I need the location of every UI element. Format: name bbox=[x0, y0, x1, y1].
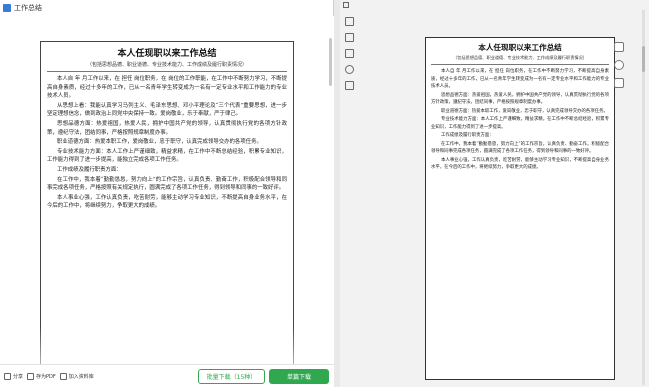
library-icon bbox=[59, 372, 67, 380]
comment-icon[interactable] bbox=[345, 49, 354, 58]
left-toolbar bbox=[340, 10, 360, 387]
paragraph: 本人自 年 月工作以来，在 担任 岗位职务，在 岗位的工作职能，在工作中不断努力… bbox=[47, 76, 287, 100]
divider bbox=[47, 71, 287, 72]
paragraph: 思想品德方面：热爱祖国，热爱人民，拥护中国共产党的领导，认真贯彻执行党的各项方针… bbox=[431, 92, 609, 106]
paragraph: 职业道德方面：热爱本职工作，爱岗敬业，忠于职守，认真完成领导交办的各项任务。 bbox=[57, 139, 262, 146]
left-titlebar: 工作总结 bbox=[0, 0, 333, 16]
app-icon bbox=[3, 4, 11, 12]
scrollbar[interactable] bbox=[642, 10, 645, 385]
add-to-library-button[interactable]: 加入资料库 bbox=[59, 372, 94, 380]
scrollbar-thumb[interactable] bbox=[642, 46, 645, 72]
document-subtitle: （包括思想品德、职业道德、专业技术能力、工作成绩及履行职责情况） bbox=[452, 55, 587, 60]
share-button[interactable]: 分享 bbox=[4, 372, 24, 380]
thumbnail-icon[interactable] bbox=[345, 33, 354, 42]
paragraph: 本人事业心强，工作认真负责，吃苦耐劳，能够主动学习专业知识，不断提高自身业务水平… bbox=[47, 194, 287, 210]
paragraph: 本人自 年 月工作以来，在 担任 岗位职务，在工作中不断努力学习，不断提高自身素… bbox=[431, 69, 609, 89]
paragraph: 从思想上看：我能认真学习马列主义、毛泽东思想、邓小平理论及“三个代表”重要思想，… bbox=[47, 102, 287, 118]
right-topbar bbox=[340, 0, 649, 10]
right-toolbar bbox=[614, 42, 628, 96]
save-pdf-label: 存为PDF bbox=[36, 373, 56, 380]
screen: 工作总结 本人任现职以来工作总结 （包括思想品德、职业道德、专业技术能力、工作成… bbox=[0, 0, 649, 387]
paragraph: 在工作中，我本着“勤勤恳恳，努力向上”的工作宗旨，认真负责、勤奋工作，积极配合领… bbox=[47, 176, 287, 192]
restore-icon[interactable] bbox=[343, 2, 349, 8]
paragraph: 工作成绩及履行职责方面： bbox=[441, 133, 494, 138]
share-icon bbox=[4, 372, 11, 380]
window-title: 工作总结 bbox=[14, 4, 42, 12]
paragraph: 专业技术能力方面：本人工作上严谨细致，精益求精，在工作中不断总结经验，积累专业知… bbox=[47, 148, 287, 164]
divider bbox=[431, 64, 609, 65]
document-viewer[interactable]: 本人任现职以来工作总结 （包括思想品德、职业道德、专业技术能力、工作成绩及履行职… bbox=[0, 16, 334, 371]
bottom-toolbar: 分享 存为PDF 加入资料库 批量下载（15种） NEW 单篇下载 bbox=[0, 364, 463, 387]
paragraph: 思想品德方面：热爱祖国，热爱人民，拥护中国共产党的领导，认真贯彻执行党的各项方针… bbox=[47, 120, 287, 136]
document-title: 本人任现职以来工作总结 bbox=[117, 49, 217, 59]
paragraph: 职业道德方面：热爱本职工作，爱岗敬业，忠于职守，认真完成领导交办的各项任务。 bbox=[441, 108, 608, 114]
single-download-label: 单篇下载 bbox=[286, 374, 311, 381]
paragraph: 本人事业心强，工作认真负责，吃苦耐劳，能够主动学习专业知识，不断提高自身业务水平… bbox=[431, 157, 609, 171]
paragraph: 工作成绩及履行职责方面： bbox=[57, 166, 122, 173]
single-download-button[interactable]: 单篇下载 bbox=[269, 369, 329, 384]
layers-icon[interactable] bbox=[345, 81, 354, 90]
document-title: 本人任现职以来工作总结 bbox=[478, 43, 562, 52]
add-to-library-label: 加入资料库 bbox=[68, 373, 94, 380]
save-pdf-button[interactable]: 存为PDF bbox=[27, 372, 56, 380]
right-window: 本人任现职以来工作总结 （包括思想品德、职业道德、专业技术能力、工作成绩及履行职… bbox=[340, 0, 649, 387]
paragraph: 在工作中，我本着“勤勤恳恳，努力向上”的工作宗旨，认真负责、勤奋工作，积极配合领… bbox=[431, 141, 609, 155]
pdf-page: 本人任现职以来工作总结 （包括思想品德、职业道德、专业技术能力、工作成绩及履行职… bbox=[425, 37, 615, 380]
document-subtitle: （包括思想品德、职业道德、专业技术能力、工作成绩及履行职责情况） bbox=[86, 62, 247, 68]
batch-download-label: 批量下载（15种） bbox=[206, 374, 257, 381]
share-label: 分享 bbox=[13, 373, 24, 380]
document-page: 本人任现职以来工作总结 （包括思想品德、职业道德、专业技术能力、工作成绩及履行职… bbox=[40, 41, 294, 371]
scrollbar[interactable] bbox=[329, 38, 332, 86]
bookmark-icon[interactable] bbox=[345, 17, 354, 26]
batch-download-button[interactable]: 批量下载（15种） NEW bbox=[198, 367, 463, 384]
zoom-icon[interactable] bbox=[614, 60, 624, 70]
pdf-icon bbox=[27, 372, 35, 380]
fit-page-icon[interactable] bbox=[614, 42, 624, 52]
left-window: 工作总结 本人任现职以来工作总结 （包括思想品德、职业道德、专业技术能力、工作成… bbox=[0, 0, 463, 387]
attachment-icon[interactable] bbox=[345, 65, 354, 74]
print-icon[interactable] bbox=[614, 78, 624, 88]
paragraph: 专业技术能力方面：本人工作上严谨细致，精益求精，在工作中不断总结经验，积累专业知… bbox=[431, 117, 609, 130]
